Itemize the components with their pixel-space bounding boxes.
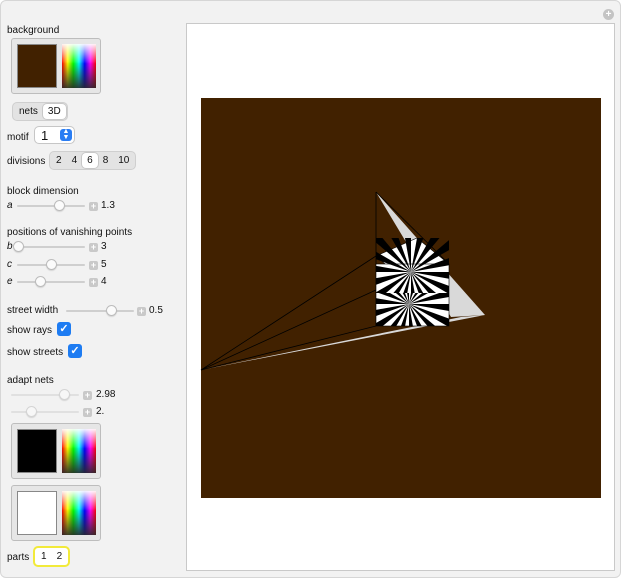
e-slider-track <box>17 281 85 283</box>
net-color-picker-1[interactable] <box>11 423 101 479</box>
background-color-picker[interactable] <box>11 38 101 94</box>
divisions-8-button[interactable]: 8 <box>98 153 114 168</box>
controls-pane: background nets 3D motif 1 ▲ ▼ divisions … <box>1 1 181 579</box>
b-value: 3 <box>101 241 107 252</box>
block-dimension-label: block dimension <box>7 186 79 197</box>
motif-value: 1 <box>41 128 49 143</box>
e-slider-knob[interactable] <box>35 276 47 287</box>
street-width-slider[interactable] <box>66 305 134 317</box>
plus-square-icon[interactable]: + <box>89 261 98 270</box>
checkmark-icon: ✓ <box>59 323 69 335</box>
c-value: 5 <box>101 259 107 270</box>
background-color-swatch[interactable] <box>17 44 57 88</box>
parts-label: parts <box>7 552 30 563</box>
parts-1-button[interactable]: 1 <box>36 549 52 564</box>
background-label: background <box>7 25 60 36</box>
adapt-nets-slider-1[interactable] <box>11 389 79 401</box>
net-color-swatch-1[interactable] <box>17 429 57 473</box>
net-color-swatch-2[interactable] <box>17 491 57 535</box>
show-rays-checkbox[interactable]: ✓ <box>57 322 71 336</box>
net-spectrum-1[interactable] <box>62 429 96 473</box>
e-value: 4 <box>101 276 107 287</box>
divisions-selector: 2 4 6 8 10 <box>49 151 137 170</box>
divisions-6-button[interactable]: 6 <box>82 153 98 168</box>
plus-square-icon[interactable]: + <box>89 202 98 211</box>
adapt-nets-label: adapt nets <box>7 375 54 386</box>
plus-square-icon[interactable]: + <box>83 408 92 417</box>
show-rays-label: show rays <box>7 325 53 336</box>
divisions-4-button[interactable]: 4 <box>67 153 83 168</box>
b-slider-knob[interactable] <box>13 241 25 252</box>
street-width-slider-track <box>66 310 134 312</box>
street-width-value: 0.5 <box>149 305 163 316</box>
stepper-icon: ▲ ▼ <box>60 128 72 141</box>
plus-square-icon[interactable]: + <box>89 278 98 287</box>
mode-selector: nets 3D <box>12 102 68 121</box>
background-spectrum[interactable] <box>62 44 96 88</box>
motif-select[interactable]: 1 ▲ ▼ <box>34 126 75 144</box>
perspective-graphic[interactable] <box>187 24 616 572</box>
parts-2-button[interactable]: 2 <box>52 549 68 564</box>
show-streets-checkbox[interactable]: ✓ <box>68 344 82 358</box>
c-slider[interactable] <box>17 259 85 271</box>
a-value: 1.3 <box>101 200 115 211</box>
adapt-nets-slider-1-knob[interactable] <box>59 389 71 400</box>
plus-circle-icon[interactable]: + <box>603 9 614 20</box>
checkmark-icon: ✓ <box>70 345 80 357</box>
e-label: e <box>7 276 13 287</box>
adapt-nets-slider-2[interactable] <box>11 406 79 418</box>
plus-square-icon[interactable]: + <box>89 243 98 252</box>
a-label: a <box>7 200 13 211</box>
street-width-label: street width <box>7 305 59 316</box>
mode-nets-button[interactable]: nets <box>14 104 43 119</box>
plus-square-icon[interactable]: + <box>83 391 92 400</box>
b-slider-track <box>17 246 85 248</box>
adapt-nets-slider-2-knob[interactable] <box>26 406 38 417</box>
mode-3d-button[interactable]: 3D <box>42 104 66 119</box>
b-label: b <box>7 241 13 252</box>
vanishing-points-label: positions of vanishing points <box>7 227 133 238</box>
show-streets-label: show streets <box>7 347 64 358</box>
a-slider-track <box>17 205 85 207</box>
a-slider-knob[interactable] <box>54 200 66 211</box>
motif-label: motif <box>7 132 29 143</box>
adapt-nets-value-1: 2.98 <box>96 389 116 400</box>
c-slider-knob[interactable] <box>46 259 57 270</box>
b-slider[interactable] <box>13 241 85 253</box>
divisions-10-button[interactable]: 10 <box>113 153 134 168</box>
a-slider[interactable] <box>17 200 85 212</box>
adapt-nets-slider-2-track <box>11 411 79 413</box>
net-color-picker-2[interactable] <box>11 485 101 541</box>
c-label: c <box>7 259 12 270</box>
parts-selector: 1 2 <box>33 546 71 567</box>
demonstration-panel: + background nets 3D motif 1 ▲ ▼ division… <box>0 0 621 578</box>
e-slider[interactable] <box>17 276 85 288</box>
adapt-nets-value-2: 2. <box>96 406 105 417</box>
net-spectrum-2[interactable] <box>62 491 96 535</box>
divisions-2-button[interactable]: 2 <box>51 153 67 168</box>
plus-square-icon[interactable]: + <box>137 307 146 316</box>
street-width-slider-knob[interactable] <box>105 305 117 316</box>
output-view <box>186 23 615 571</box>
divisions-label: divisions <box>7 156 46 167</box>
